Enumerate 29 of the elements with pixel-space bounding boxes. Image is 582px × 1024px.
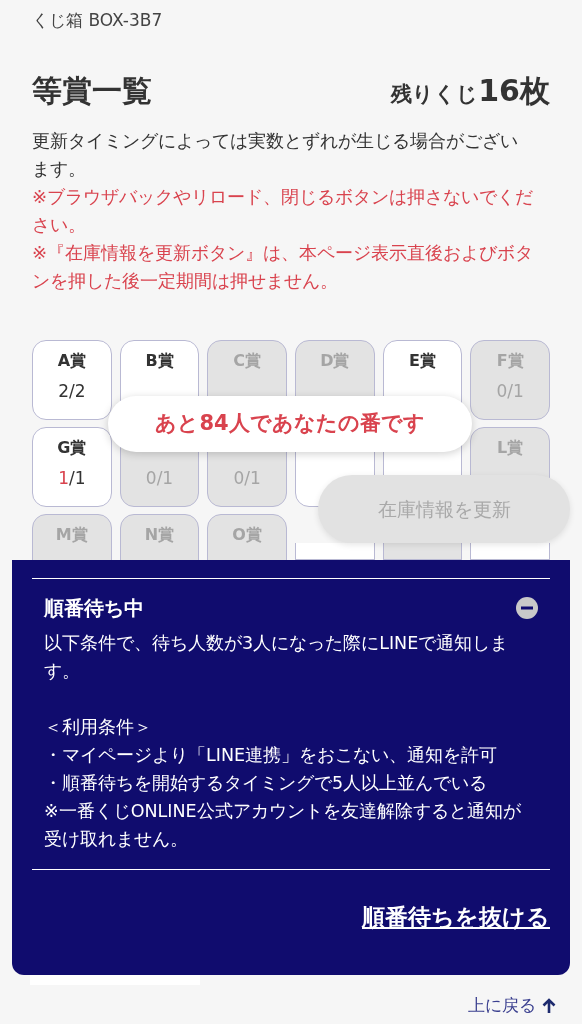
prize-label: M賞: [55, 525, 88, 545]
panel-text: ・マイページより「LINE連携」をおこない、通知を許可: [44, 744, 499, 767]
panel-text: ＜利用条件＞: [44, 716, 153, 739]
prize-label: N賞: [144, 525, 175, 545]
remaining-count: 16枚: [478, 72, 550, 110]
prize-label: G賞: [57, 438, 87, 458]
prize-count: 2/2: [58, 381, 86, 401]
prize-label: O賞: [232, 525, 262, 545]
prize-label: E賞: [409, 351, 436, 371]
prize-label: B賞: [145, 351, 174, 371]
panel-text: ・順番待ちを開始するタイミングで5人以上並んでいる: [44, 772, 489, 795]
prize-label: D賞: [320, 351, 350, 371]
panel-title: 順番待ち中: [44, 595, 144, 622]
info-text: 更新タイミングによっては実数とずれが生じる場合がございます。: [32, 129, 519, 181]
prize-count: 0/1: [233, 468, 261, 488]
page-title: 等賞一覧: [32, 72, 152, 110]
warning-text: ※ブラウザバックやリロード、閉じるボタンは押さないでください。: [32, 185, 534, 237]
panel-text: 以下条件で、待ち人数が3人になった際にLINEで通知します。: [44, 632, 510, 683]
prize-label: A賞: [57, 351, 86, 371]
prize-label: L賞: [497, 438, 524, 458]
prize-count: 0/1: [496, 381, 524, 401]
prize-count: 0/1: [145, 468, 174, 488]
prize-label: F賞: [496, 351, 524, 371]
warning-text: ※『在庫情報を更新ボタン』は、本ページ表示直後およびボタンを押した後一定期間は押せません。: [32, 241, 534, 293]
remaining-label: 残りくじ: [391, 81, 479, 108]
queue-toast: あと84人であなたの番です: [108, 396, 472, 452]
prize-label: C賞: [233, 351, 262, 371]
prize-count: 1/1: [58, 468, 86, 488]
panel-text: ※一番くじONLINE公式アカウントを友達解除すると通知が受け取れません。: [44, 800, 522, 851]
